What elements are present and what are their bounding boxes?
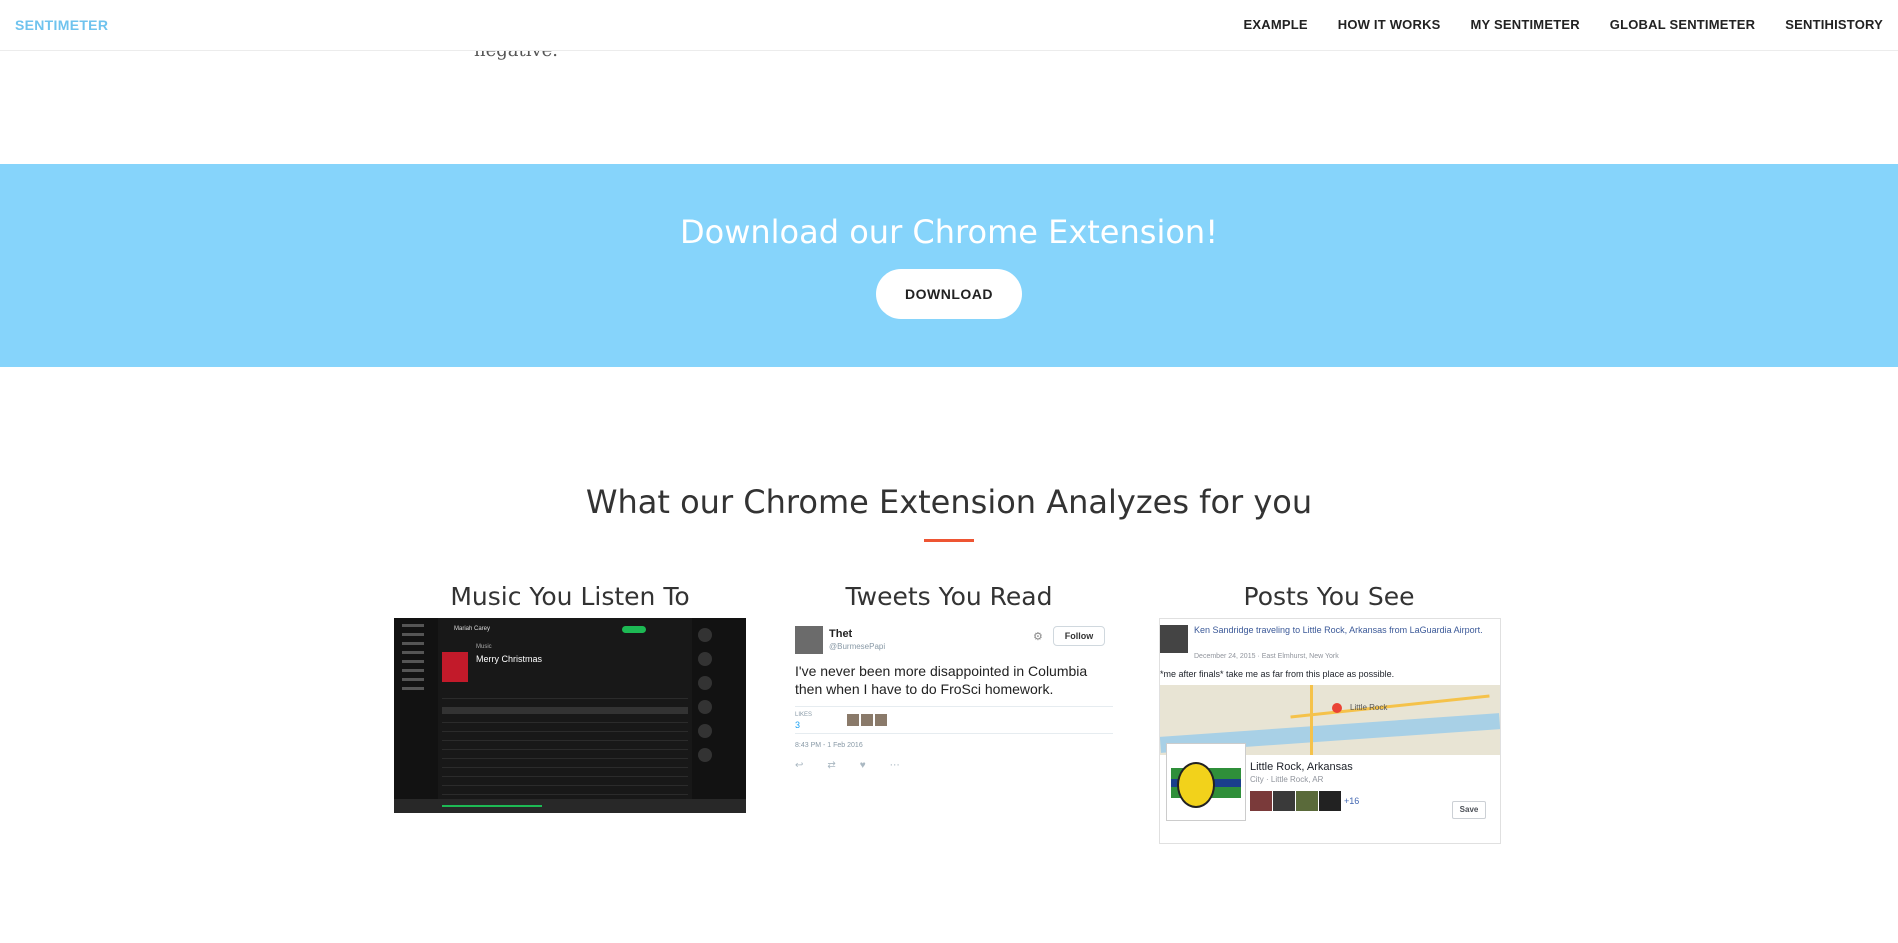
download-banner: Download our Chrome Extension! DOWNLOAD [0,164,1898,367]
tweet-author-name: Thet [829,628,853,640]
tweet-text: I've never been more disappointed in Col… [795,663,1088,697]
avatar [1160,625,1188,653]
feature-title: Posts You See [1243,582,1415,611]
feature-tweets: Tweets You Read Thet @BurmesePapi ⚙ Foll… [773,582,1145,818]
map-label: Little Rock [1350,703,1388,712]
facebook-post-screenshot: Ken Sandridge traveling to Little Rock, … [1159,618,1501,844]
album-cover [442,652,468,682]
reply-icon: ↩ [795,760,828,771]
heart-icon: ♥ [859,760,890,771]
play-badge [622,626,646,633]
nav-menu: EXAMPLE HOW IT WORKS MY SENTIMETER GLOBA… [1229,0,1898,49]
features-title: What our Chrome Extension Analyzes for y… [585,483,1313,521]
feature-title: Tweets You Read [845,582,1053,611]
save-button: Save [1452,801,1486,819]
tweet-timestamp: 8:43 PM - 1 Feb 2016 [795,742,863,749]
tweet-screenshot: Thet @BurmesePapi ⚙ Follow I've never be… [793,618,1145,818]
nav-link-how-it-works[interactable]: HOW IT WORKS [1323,0,1456,49]
album-type: Music [476,644,492,650]
gear-icon: ⚙ [1033,631,1043,643]
likes-count: LIKES 3 [795,712,813,730]
city-flag-image [1166,743,1246,821]
post-meta: December 24, 2015 · East Elmhurst, New Y… [1194,653,1339,660]
artist-name: Mariah Carey [454,626,491,632]
nav-link-example[interactable]: EXAMPLE [1229,0,1323,49]
visitor-photos: +16 [1250,791,1359,816]
feature-posts: Posts You See Ken Sandridge traveling to… [1153,582,1505,844]
top-navbar: SENTIMETER EXAMPLE HOW IT WORKS MY SENTI… [0,0,1898,51]
friends-panel [692,618,746,813]
tweet-author-handle: @BurmesePapi [829,642,886,651]
retweet-icon: ⇄ [827,760,860,771]
tweet-stats: LIKES 3 [795,706,1113,734]
liker-avatars [847,713,889,731]
nav-link-global-sentimeter[interactable]: GLOBAL SENTIMETER [1595,0,1770,49]
track-list [442,690,688,795]
title-divider [924,539,974,542]
nav-link-my-sentimeter[interactable]: MY SENTIMETER [1456,0,1595,49]
avatar [795,626,823,654]
post-text: *me after finals* take me as far from th… [1160,669,1395,679]
more-icon: ⋯ [889,760,924,771]
playback-progress [442,805,542,807]
album-title: Merry Christmas [476,654,543,664]
post-header: Ken Sandridge traveling to Little Rock, … [1194,625,1483,635]
feature-title: Music You Listen To [450,582,690,611]
nav-link-sentihistory[interactable]: SENTIHISTORY [1770,0,1898,49]
tweet-actions: ↩⇄♥⋯ [795,760,924,771]
feature-music: Music You Listen To Mariah Carey Music M… [394,582,746,813]
player-sidebar [394,618,438,813]
place-name: Little Rock, Arkansas [1250,761,1353,773]
map-pin-icon [1332,703,1342,713]
music-player-screenshot: Mariah Carey Music Merry Christmas [394,618,746,813]
brand-logo[interactable]: SENTIMETER [15,17,108,33]
download-heading: Download our Chrome Extension! [679,213,1219,251]
place-city: City · Little Rock, AR [1250,775,1324,784]
download-button[interactable]: DOWNLOAD [876,269,1022,319]
follow-button: Follow [1053,626,1105,646]
